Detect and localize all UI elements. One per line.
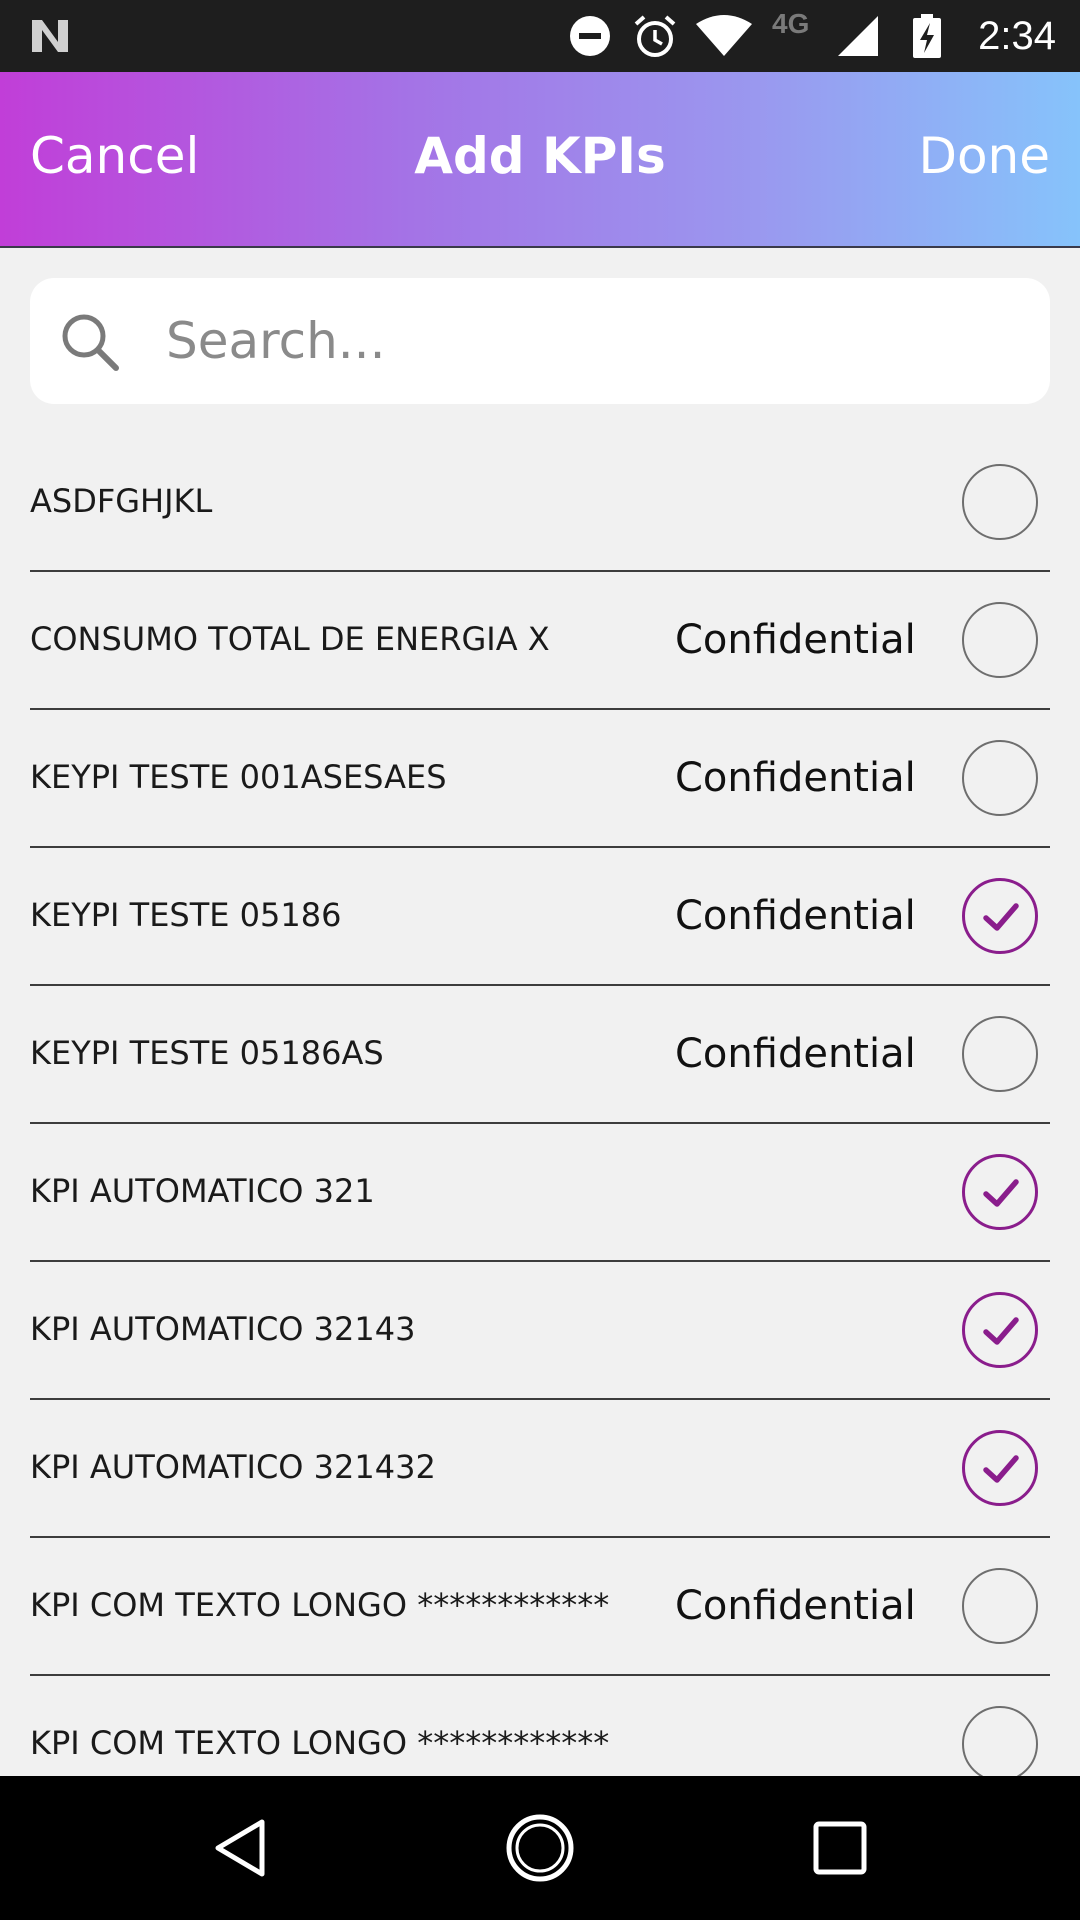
unchecked-circle-icon[interactable]: [962, 1568, 1038, 1644]
search-bar[interactable]: [30, 278, 1050, 404]
status-bar: 4G 2:34: [0, 0, 1080, 72]
kpi-row[interactable]: KPI AUTOMATICO 32143: [30, 1262, 1050, 1400]
checked-circle-icon[interactable]: [962, 1430, 1038, 1506]
navigation-bar: [0, 1776, 1080, 1920]
app-header: Cancel Add KPIs Done: [0, 72, 1080, 248]
kpi-name: ASDFGHJKL: [30, 482, 213, 520]
checkmark-icon: [983, 1455, 1019, 1483]
checkmark-icon: [983, 1317, 1019, 1345]
confidential-label: Confidential: [675, 1031, 916, 1077]
kpi-row[interactable]: KPI AUTOMATICO 321: [30, 1124, 1050, 1262]
checkmark-icon: [983, 903, 1019, 931]
notification-n-icon: [32, 20, 68, 52]
clock-time: 2:34: [978, 14, 1056, 58]
kpi-row[interactable]: CONSUMO TOTAL DE ENERGIA X Confidential: [30, 572, 1050, 710]
checked-circle-icon[interactable]: [962, 878, 1038, 954]
back-icon[interactable]: [206, 1814, 274, 1882]
kpi-name: KPI COM TEXTO LONGO ************: [30, 1724, 610, 1762]
kpi-name: KEYPI TESTE 001ASESAES: [30, 758, 447, 796]
kpi-name: KEYPI TESTE 05186AS: [30, 1034, 384, 1072]
unchecked-circle-icon[interactable]: [962, 1016, 1038, 1092]
confidential-label: Confidential: [675, 1583, 916, 1629]
home-icon[interactable]: [504, 1812, 576, 1884]
do-not-disturb-icon: [570, 16, 610, 56]
kpi-row[interactable]: KEYPI TESTE 05186AS Confidential: [30, 986, 1050, 1124]
cell-signal-icon: [838, 16, 878, 56]
kpi-name: KPI AUTOMATICO 32143: [30, 1310, 416, 1348]
search-icon: [62, 314, 119, 371]
kpi-list: ASDFGHJKL CONSUMO TOTAL DE ENERGIA X Confi…: [30, 434, 1050, 1776]
kpi-name: KEYPI TESTE 05186: [30, 896, 342, 934]
unchecked-circle-icon[interactable]: [962, 464, 1038, 540]
kpi-name: CONSUMO TOTAL DE ENERGIA X: [30, 620, 550, 658]
done-button[interactable]: Done: [918, 126, 1050, 186]
search-input[interactable]: [166, 296, 1026, 386]
cancel-button[interactable]: Cancel: [30, 126, 199, 186]
kpi-name: KPI COM TEXTO LONGO ************: [30, 1586, 610, 1624]
kpi-row[interactable]: ASDFGHJKL: [30, 434, 1050, 572]
network-type-label: 4G: [772, 8, 810, 39]
wifi-icon: [696, 15, 752, 56]
confidential-label: Confidential: [675, 617, 916, 663]
unchecked-circle-icon[interactable]: [962, 1706, 1038, 1776]
checkmark-icon: [983, 1179, 1019, 1207]
kpi-row[interactable]: KEYPI TESTE 001ASESAES Confidential: [30, 710, 1050, 848]
alarm-icon: [634, 15, 676, 57]
unchecked-circle-icon[interactable]: [962, 740, 1038, 816]
kpi-name: KPI AUTOMATICO 321432: [30, 1448, 436, 1486]
checked-circle-icon[interactable]: [962, 1154, 1038, 1230]
checked-circle-icon[interactable]: [962, 1292, 1038, 1368]
recents-icon[interactable]: [806, 1814, 874, 1882]
kpi-row[interactable]: KEYPI TESTE 05186 Confidential: [30, 848, 1050, 986]
unchecked-circle-icon[interactable]: [962, 602, 1038, 678]
confidential-label: Confidential: [675, 755, 916, 801]
confidential-label: Confidential: [675, 893, 916, 939]
kpi-row[interactable]: KPI COM TEXTO LONGO ************: [30, 1676, 1050, 1776]
battery-charging-icon: [913, 14, 941, 58]
kpi-row[interactable]: KPI AUTOMATICO 321432: [30, 1400, 1050, 1538]
kpi-name: KPI AUTOMATICO 321: [30, 1172, 375, 1210]
kpi-row[interactable]: KPI COM TEXTO LONGO ************ Confiden…: [30, 1538, 1050, 1676]
